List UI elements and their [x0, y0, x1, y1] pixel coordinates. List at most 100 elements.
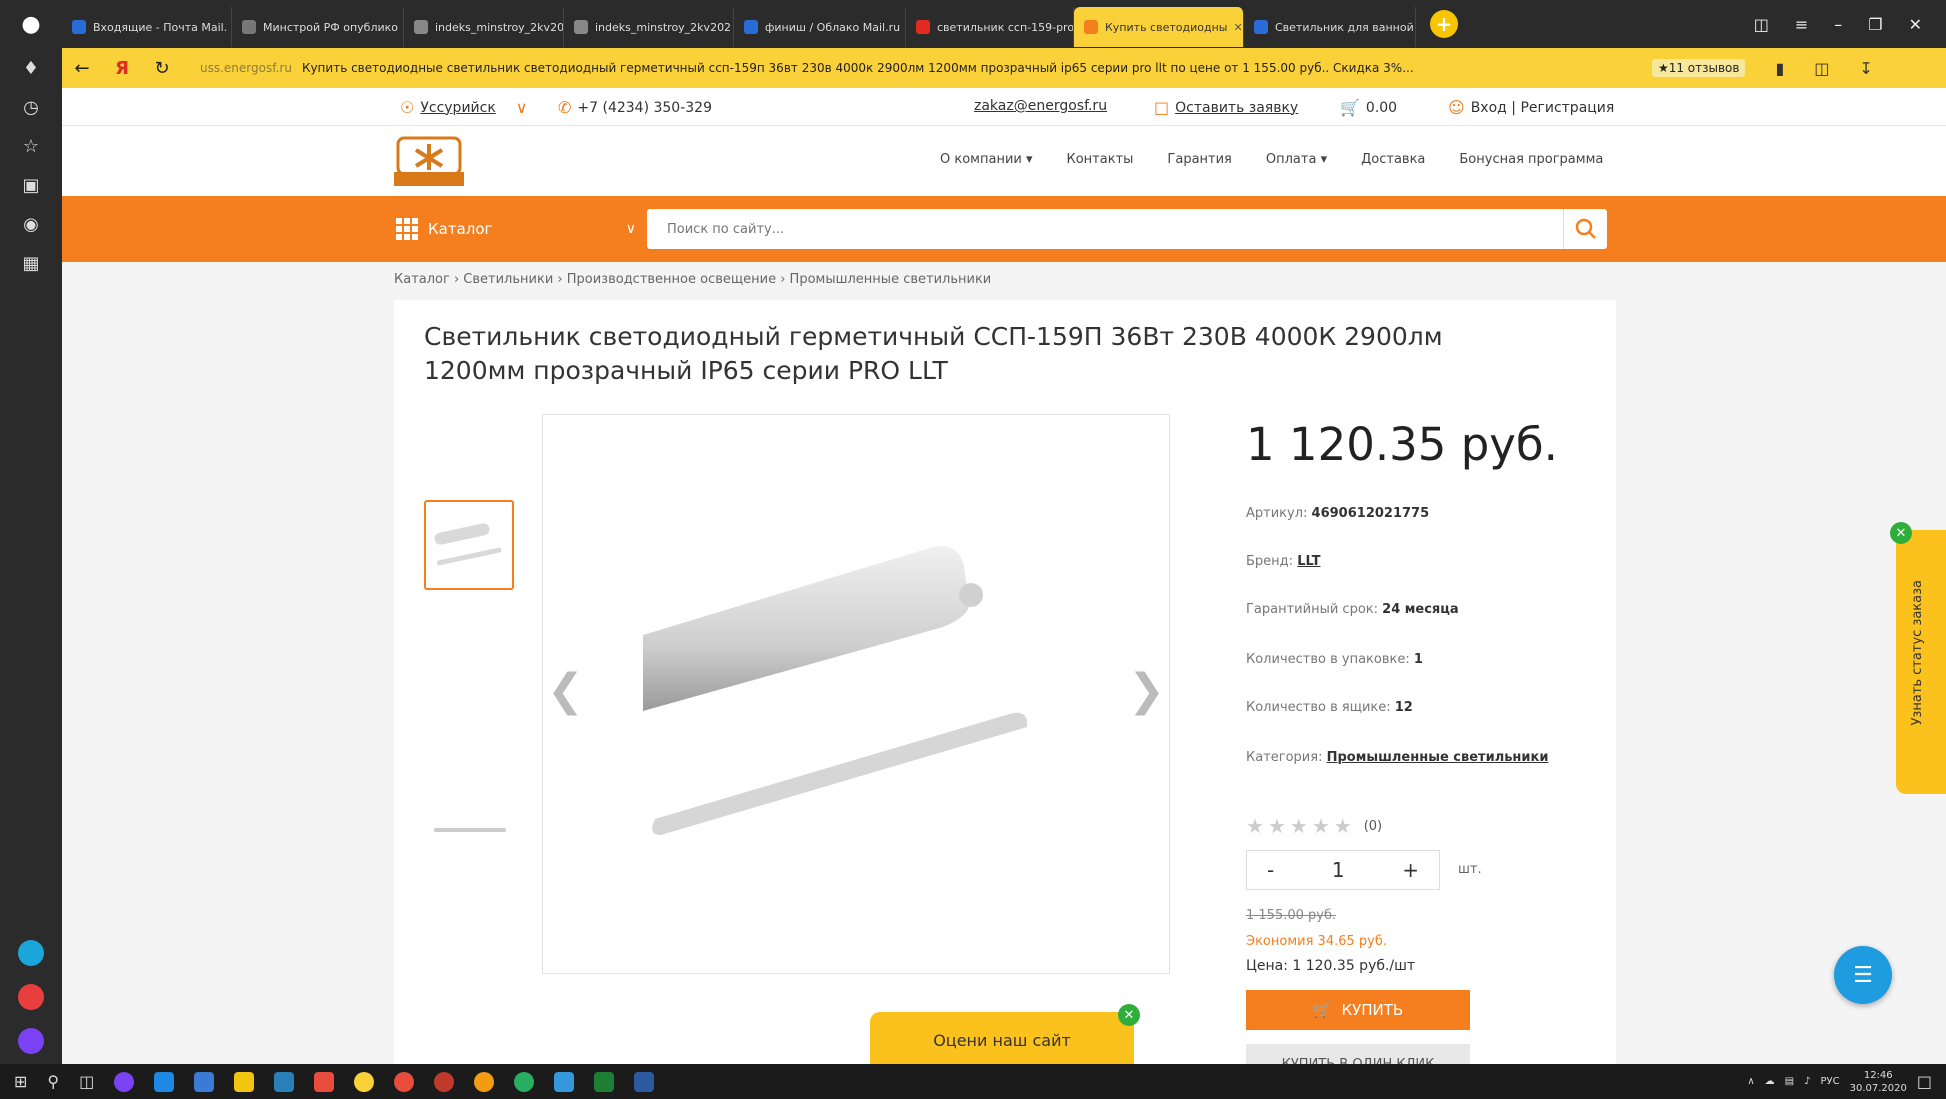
app-icon-office[interactable] [314, 1071, 335, 1092]
app-icon-1[interactable] [18, 940, 44, 966]
menu-item[interactable]: Гарантия [1167, 152, 1231, 167]
menu-item[interactable]: Контакты [1067, 152, 1134, 167]
gallery-prev-arrow-icon[interactable]: ❮ [547, 665, 584, 716]
menu-icon[interactable]: ≡ [1795, 15, 1808, 34]
start-icon[interactable]: ⊞ [14, 1072, 27, 1091]
media-icon[interactable]: ◉ [23, 214, 39, 235]
app-icon-excel[interactable] [594, 1071, 615, 1092]
close-icon[interactable]: ✕ [1118, 1004, 1140, 1026]
app-icon-yandex[interactable] [354, 1071, 375, 1092]
browser-tab[interactable]: Входящие - Почта Mail. [62, 7, 232, 47]
menu-item[interactable]: О компании ▾ [940, 152, 1033, 167]
browser-tab[interactable]: indeks_minstroy_2kv202 [564, 7, 734, 47]
browser-tab[interactable]: светильник ссп-159-pro [906, 7, 1074, 47]
cart-total[interactable]: 0.00 [1366, 100, 1397, 116]
app-icon-edge[interactable] [154, 1071, 175, 1092]
menu-item[interactable]: Доставка [1361, 152, 1425, 167]
thumbnail-2[interactable] [430, 824, 510, 836]
reload-icon[interactable]: ↻ [142, 58, 182, 79]
cloud-icon[interactable]: ☁ [1765, 1076, 1775, 1087]
app-icon-alice[interactable] [114, 1071, 135, 1092]
new-tab-button[interactable]: + [1430, 10, 1458, 38]
brand-link[interactable]: LLT [1297, 554, 1320, 569]
browser-tab[interactable]: Светильник для ванной [1244, 7, 1416, 47]
menu-item[interactable]: Бонусная программа [1459, 152, 1603, 167]
language-indicator[interactable]: РУС [1821, 1076, 1840, 1087]
one-click-buy-button[interactable]: КУПИТЬ В ОДИН КЛИК [1246, 1044, 1470, 1064]
star-icon[interactable]: ★ [1312, 814, 1330, 838]
catalog-button[interactable]: Каталог ∨ [396, 210, 636, 248]
thumbnail-1[interactable] [424, 500, 514, 590]
star-icon[interactable]: ★ [1290, 814, 1308, 838]
app-icon-3[interactable] [18, 1028, 44, 1054]
qty-minus-button[interactable]: - [1267, 858, 1274, 882]
email[interactable]: zakaz@energosf.ru [974, 98, 1107, 114]
app-icon-3[interactable] [474, 1071, 495, 1092]
menu-item[interactable]: Оплата ▾ [1266, 152, 1327, 167]
email-link[interactable]: zakaz@energosf.ru [974, 98, 1107, 114]
category-link[interactable]: Промышленные светильники [1327, 750, 1549, 765]
site-reviews-badge[interactable]: ★11 отзывов [1651, 59, 1746, 77]
city-selector[interactable]: ☉ Уссурийск ∨ [400, 98, 528, 117]
close-icon[interactable]: ✕ [1890, 522, 1912, 544]
calendar-icon[interactable]: ▦ [22, 253, 39, 274]
network-icon[interactable]: ▤ [1785, 1076, 1794, 1087]
clock[interactable]: 12:46 30.07.2020 [1850, 1069, 1907, 1095]
star-icon[interactable]: ★ [1246, 814, 1264, 838]
city-name[interactable]: Уссурийск [420, 100, 495, 116]
search-icon[interactable]: ⚲ [47, 1072, 59, 1091]
favorites-icon[interactable]: ☆ [23, 136, 39, 157]
app-icon-2[interactable] [18, 984, 44, 1010]
breadcrumb[interactable]: Каталог › Светильники › Производственное… [394, 272, 991, 287]
app-icon-mail[interactable] [274, 1071, 295, 1092]
app-icon-files[interactable] [194, 1071, 215, 1092]
search-button[interactable] [1563, 209, 1607, 249]
restore-icon[interactable]: ❐ [1868, 15, 1882, 34]
cart[interactable]: 🛒 0.00 [1340, 98, 1397, 117]
url-title[interactable]: Купить светодиодные светильник светодиод… [302, 61, 1612, 75]
order-status-widget[interactable]: ✕ Узнать статус заказа [1890, 522, 1946, 794]
notifications-icon[interactable]: ♦ [23, 58, 39, 79]
downloads-icon[interactable]: ↧ [1859, 59, 1872, 78]
yandex-logo-icon[interactable]: Я [102, 58, 142, 79]
chevron-down-icon[interactable]: ∨ [516, 98, 528, 117]
buy-button[interactable]: 🛒 КУПИТЬ [1246, 990, 1470, 1030]
gallery-next-arrow-icon[interactable]: ❯ [1128, 665, 1165, 716]
phone[interactable]: ✆ +7 (4234) 350-329 [558, 98, 712, 117]
qty-input[interactable]: 1 [1332, 858, 1345, 882]
browser-tab[interactable]: Купить светодиодны ✕ [1074, 7, 1244, 47]
task-view-icon[interactable]: ◫ [79, 1072, 94, 1091]
tab-close-icon[interactable]: ✕ [1233, 21, 1242, 34]
search-input[interactable] [647, 209, 1547, 249]
app-icon-2[interactable] [394, 1071, 415, 1092]
browser-tab[interactable]: indeks_minstroy_2kv202 [404, 7, 564, 47]
rating[interactable]: ★ ★ ★ ★ ★ (0) [1246, 814, 1382, 838]
profile-icon[interactable]: ● [0, 0, 62, 48]
request-label[interactable]: Оставить заявку [1175, 100, 1298, 116]
volume-icon[interactable]: ♪ [1804, 1076, 1810, 1087]
browser-tab[interactable]: финиш / Облако Mail.ru [734, 7, 906, 47]
star-icon[interactable]: ★ [1268, 814, 1286, 838]
request-link[interactable]: □ Оставить заявку [1154, 98, 1298, 117]
reader-icon[interactable]: ◫ [1814, 59, 1829, 78]
qty-plus-button[interactable]: + [1402, 858, 1419, 882]
phone-number[interactable]: +7 (4234) 350-329 [577, 100, 712, 116]
close-window-icon[interactable]: ✕ [1909, 15, 1922, 34]
browser-tab[interactable]: Минстрой РФ опублико [232, 7, 404, 47]
rate-site-widget[interactable]: Оцени наш сайт ✕ [870, 1004, 1140, 1064]
site-logo[interactable] [392, 132, 466, 188]
app-icon-4[interactable] [554, 1071, 575, 1092]
history-icon[interactable]: ◷ [23, 97, 39, 118]
star-icon[interactable]: ★ [1334, 814, 1352, 838]
app-icon-opera[interactable] [434, 1071, 455, 1092]
bookmarks-icon[interactable]: ◫ [1754, 15, 1769, 34]
notification-center-icon[interactable]: □ [1917, 1072, 1932, 1091]
app-icon-explorer[interactable] [234, 1071, 255, 1092]
minimize-icon[interactable]: – [1834, 15, 1842, 34]
back-icon[interactable]: ← [62, 58, 102, 79]
chevron-up-icon[interactable]: ∧ [1747, 1076, 1754, 1087]
chat-button[interactable]: ☰ [1834, 946, 1892, 1004]
login-register-link[interactable]: Вход | Регистрация [1471, 100, 1615, 116]
url-domain[interactable]: uss.energosf.ru [200, 61, 292, 75]
app-icon-word[interactable] [634, 1071, 655, 1092]
